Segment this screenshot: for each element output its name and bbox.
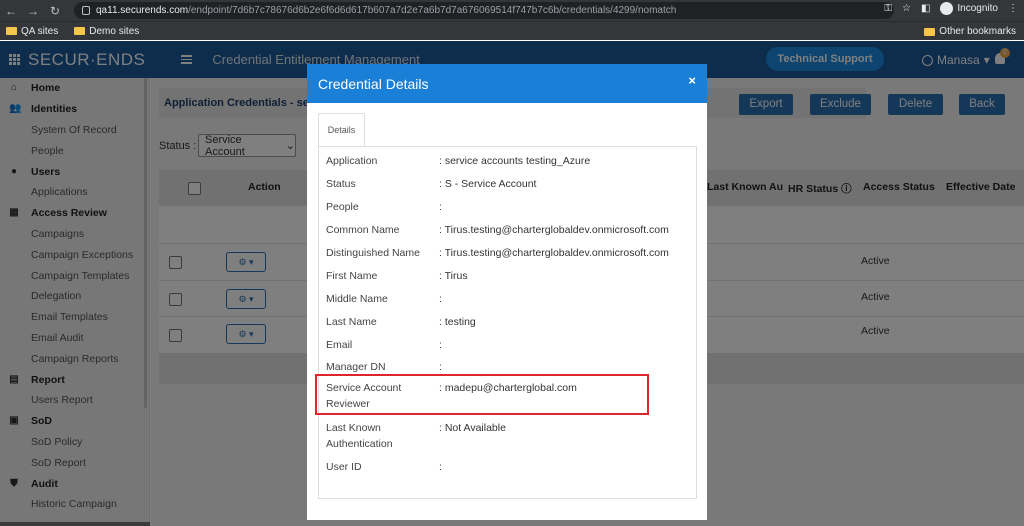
- tab-details[interactable]: Details: [318, 113, 365, 147]
- detail-value: : Tirus.testing@charterglobaldev.onmicro…: [439, 247, 669, 259]
- detail-value: : Tirus: [439, 270, 468, 282]
- detail-label: Manager DN: [326, 361, 386, 373]
- detail-row: First Name : Tirus: [326, 268, 696, 284]
- detail-row: People:: [326, 199, 696, 215]
- detail-label: Distinguished Name: [326, 247, 420, 259]
- folder-icon: [74, 27, 86, 35]
- detail-value: :: [439, 339, 442, 351]
- lock-icon: [82, 6, 90, 15]
- url-domain: qa11.securends.com: [96, 5, 189, 16]
- detail-label: Status: [326, 178, 356, 190]
- detail-row: Middle Name:: [326, 291, 696, 307]
- detail-row: Last Known Authentication : Not Available: [326, 420, 696, 452]
- detail-label: Middle Name: [326, 293, 388, 305]
- detail-label: Last Known Authentication: [326, 422, 393, 450]
- detail-label: People: [326, 201, 359, 213]
- modal-title: Credential Details: [318, 75, 429, 92]
- detail-value: :: [439, 361, 442, 373]
- detail-value: : Tirus.testing@charterglobaldev.onmicro…: [439, 224, 669, 236]
- incognito-icon: [940, 2, 954, 15]
- detail-row: Application : service accounts testing_Az…: [326, 153, 696, 169]
- modal-header: Credential Details ×: [307, 64, 707, 103]
- detail-row: Status : S - Service Account: [326, 176, 696, 192]
- incognito-indicator[interactable]: Incognito: [940, 2, 998, 15]
- detail-row: Manager DN:: [326, 359, 696, 375]
- detail-value: : testing: [439, 316, 476, 328]
- bookmark-demo-sites[interactable]: Demo sites: [74, 26, 139, 37]
- menu-icon[interactable]: ⋮: [1008, 3, 1018, 14]
- bookmark-label: Demo sites: [89, 25, 140, 37]
- detail-row: Distinguished Name : Tirus.testing@charte…: [326, 245, 696, 261]
- detail-value: :: [439, 461, 442, 473]
- star-icon[interactable]: ☆: [902, 3, 911, 14]
- forward-arrow-icon[interactable]: →: [22, 4, 44, 18]
- folder-icon: [924, 27, 936, 36]
- detail-value: :: [439, 201, 442, 213]
- folder-icon: [6, 27, 17, 35]
- detail-row: Last Name : testing: [326, 314, 696, 330]
- detail-value: :: [439, 293, 442, 305]
- detail-value: : S - Service Account: [439, 178, 537, 190]
- sidepanel-icon[interactable]: ◧: [921, 3, 930, 14]
- bookmark-label: QA sites: [21, 25, 59, 37]
- detail-value: : service accounts testing_Azure: [439, 155, 591, 167]
- detail-row: Email:: [326, 337, 696, 353]
- reload-icon[interactable]: ↻: [44, 4, 66, 18]
- back-arrow-icon[interactable]: ←: [0, 4, 22, 18]
- detail-row: Common Name : Tirus.testing@charterglobal…: [326, 222, 696, 238]
- detail-label: Application: [326, 155, 378, 167]
- bookmarks-bar: QA sites Demo sites Other bookmarks: [0, 21, 1024, 40]
- url-path: /endpoint/7d6b7c78676d6b2e6f6d6d617b607a…: [188, 5, 677, 16]
- detail-label: Email: [326, 339, 353, 351]
- detail-row: User ID:: [326, 459, 696, 475]
- highlight-box: [315, 374, 649, 415]
- address-bar[interactable]: qa11.securends.com /endpoint/7d6b7c78676…: [74, 2, 894, 19]
- bookmark-other[interactable]: Other bookmarks: [924, 26, 1016, 37]
- detail-label: Common Name: [326, 224, 400, 236]
- detail-label: Last Name: [326, 316, 377, 328]
- incognito-label: Incognito: [957, 3, 998, 14]
- detail-label: User ID: [326, 461, 362, 473]
- close-icon[interactable]: ×: [688, 73, 696, 88]
- details-panel: Application : service accounts testing_Az…: [318, 146, 697, 499]
- detail-value: : Not Available: [439, 422, 506, 434]
- detail-label: First Name: [326, 270, 378, 282]
- bookmark-label: Other bookmarks: [939, 26, 1016, 37]
- bookmark-qa-sites[interactable]: QA sites: [6, 26, 58, 37]
- browser-toolbar: ← → ↻ qa11.securends.com /endpoint/7d6b7…: [0, 0, 1024, 21]
- credential-details-modal: Credential Details × Details Application…: [307, 64, 707, 520]
- key-icon[interactable]: ⚿: [884, 3, 892, 14]
